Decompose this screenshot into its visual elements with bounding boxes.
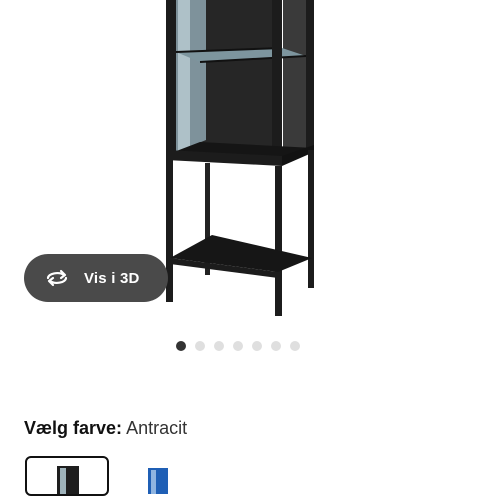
blue-thumbnail bbox=[148, 468, 168, 494]
view-in-3d-button[interactable]: Vis i 3D bbox=[24, 254, 168, 302]
carousel-dot[interactable] bbox=[290, 341, 300, 351]
color-selector-heading: Vælg farve: Antracit bbox=[24, 418, 187, 439]
color-swatch-antracit[interactable] bbox=[25, 456, 109, 496]
carousel-dot[interactable] bbox=[176, 341, 186, 351]
image-carousel-dots bbox=[176, 341, 300, 351]
carousel-dot[interactable] bbox=[233, 341, 243, 351]
carousel-dot[interactable] bbox=[252, 341, 262, 351]
carousel-dot[interactable] bbox=[271, 341, 281, 351]
color-swatch-blue[interactable] bbox=[112, 456, 196, 496]
carousel-dot[interactable] bbox=[195, 341, 205, 351]
color-value: Antracit bbox=[126, 418, 188, 438]
carousel-dot[interactable] bbox=[214, 341, 224, 351]
antracit-thumbnail bbox=[57, 466, 79, 494]
view-in-3d-label: Vis i 3D bbox=[84, 269, 140, 287]
rotate-3d-icon bbox=[44, 266, 74, 290]
color-label: Vælg farve: bbox=[24, 418, 123, 438]
